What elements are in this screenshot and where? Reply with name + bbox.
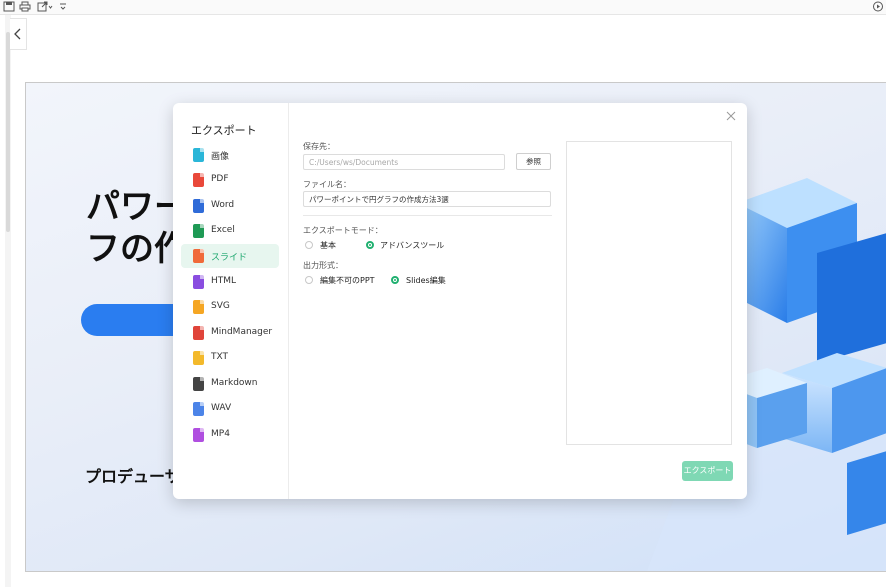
wav-file-icon [193, 402, 204, 416]
pdf-file-icon [193, 173, 204, 187]
export-settings-panel: 保存先： C:/Users/ws/Documents 参照 ファイル名： パワー… [303, 103, 553, 499]
format-item-mp4[interactable]: MP4 [181, 423, 279, 447]
file-name-label: ファイル名： [303, 180, 351, 189]
format-label: MindManager [211, 327, 273, 337]
save-location-label: 保存先： [303, 142, 335, 151]
format-item-wav[interactable]: WAV [181, 397, 279, 421]
dialog-title: エクスポート [191, 124, 257, 137]
format-label: Markdown [211, 378, 258, 388]
play-circle-icon[interactable] [872, 1, 884, 12]
export-button[interactable]: エクスポート [682, 461, 733, 481]
export-mode-label: エクスポートモード： [303, 226, 383, 235]
preview-area [566, 141, 732, 445]
word-file-icon [193, 199, 204, 213]
excel-file-icon [193, 224, 204, 238]
output-format-label: 出力形式： [303, 261, 343, 270]
txt-file-icon [193, 351, 204, 365]
export-mode-advanced-radio[interactable] [366, 241, 374, 249]
format-label: TXT [211, 352, 229, 362]
format-label: PDF [211, 174, 229, 184]
output-slides-edit-radio[interactable] [391, 276, 399, 284]
vertical-scrollbar[interactable] [6, 32, 10, 232]
export-mode-basic-label: 基本 [320, 241, 336, 250]
format-item-html[interactable]: HTML [181, 270, 279, 294]
export-mode-advanced-label: アドバンスツール [380, 241, 445, 250]
collapse-panel-button[interactable] [10, 18, 27, 50]
format-item-svg[interactable]: SVG [181, 295, 279, 319]
top-toolbar [0, 0, 886, 15]
format-label: HTML [211, 276, 237, 286]
share-icon[interactable] [37, 1, 53, 12]
format-label: SVG [211, 301, 230, 311]
html-file-icon [193, 275, 204, 289]
svg-file-icon [193, 300, 204, 314]
format-item-word[interactable]: Word [181, 194, 279, 218]
close-icon[interactable] [726, 111, 736, 121]
chevron-left-icon [14, 28, 21, 40]
format-label: スライド [211, 253, 248, 263]
slides-file-icon [193, 249, 204, 263]
output-slides-edit-label: Slides編集 [406, 276, 446, 285]
slide-subtitle: プロデューサ [85, 467, 181, 486]
export-mode-basic-radio[interactable] [305, 241, 313, 249]
format-item-txt[interactable]: TXT [181, 346, 279, 370]
save-icon[interactable] [3, 1, 15, 12]
more-icon[interactable] [59, 1, 67, 12]
save-location-input[interactable]: C:/Users/ws/Documents [303, 154, 505, 170]
format-label: Word [211, 200, 235, 210]
browse-button[interactable]: 参照 [516, 153, 551, 170]
output-noneditable-ppt-radio[interactable] [305, 276, 313, 284]
section-divider [303, 215, 552, 216]
format-item-pdf[interactable]: PDF [181, 168, 279, 192]
format-item-excel[interactable]: Excel [181, 219, 279, 243]
format-label: MP4 [211, 429, 230, 439]
format-label: WAV [211, 403, 232, 413]
format-label: Excel [211, 225, 235, 235]
format-sidebar: エクスポート 画像 PDF Word Excel スライド HTML SVG M… [173, 103, 289, 499]
mp4-file-icon [193, 428, 204, 442]
export-dialog: エクスポート 画像 PDF Word Excel スライド HTML SVG M… [173, 103, 747, 499]
print-icon[interactable] [19, 1, 31, 12]
markdown-file-icon [193, 377, 204, 391]
mindmanager-file-icon [193, 326, 204, 340]
image-file-icon [193, 148, 204, 162]
format-label: 画像 [211, 152, 230, 162]
format-item-markdown[interactable]: Markdown [181, 372, 279, 396]
file-name-input[interactable]: パワーポイントで円グラフの作成方法3選 [303, 191, 551, 207]
format-item-image[interactable]: 画像 [181, 143, 279, 167]
format-item-slides[interactable]: スライド [181, 244, 279, 268]
format-item-mindmanager[interactable]: MindManager [181, 321, 279, 345]
output-noneditable-ppt-label: 編集不可のPPT [320, 276, 375, 285]
